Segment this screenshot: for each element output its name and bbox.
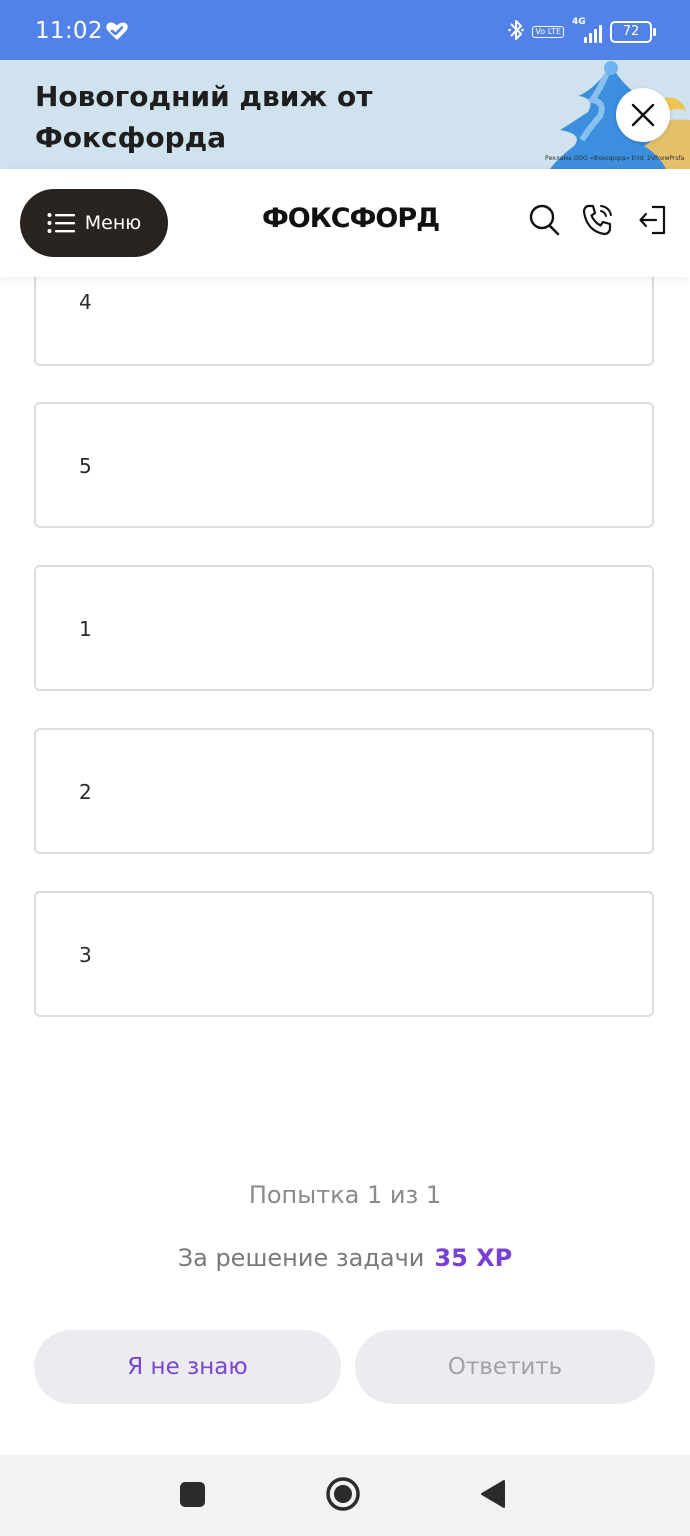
attempt-counter: Попытка 1 из 1 [248, 1181, 442, 1209]
reward-info: За решение задачи 35 XP [0, 1244, 690, 1272]
dont-know-button[interactable]: Я не знаю [34, 1330, 341, 1404]
answer-option[interactable]: 4 [34, 277, 654, 366]
status-indicators: Vo LTE 4G 72 [508, 17, 656, 46]
answer-option[interactable]: 3 [34, 891, 654, 1017]
answer-option[interactable]: 5 [34, 402, 654, 528]
option-label: 5 [79, 454, 92, 478]
recent-apps-icon[interactable] [179, 1481, 206, 1512]
battery-icon: 72 [610, 21, 656, 43]
promo-title: Новогодний движ от Фоксфорда [35, 80, 373, 154]
promo-banner[interactable]: Новогодний движ от Фоксфорда Реклама ООО… [0, 60, 690, 169]
menu-icon [47, 213, 75, 233]
promo-legal: Реклама ООО «Фоксфорд» Erid: 2VfnxwPrsfa [545, 155, 685, 162]
logo[interactable]: ФОКСФОРД [262, 203, 440, 234]
option-label: 2 [79, 780, 92, 804]
menu-label: Меню [84, 212, 142, 234]
answer-button[interactable]: Ответить [355, 1330, 655, 1404]
site-header: Меню ФОКСФОРД [0, 169, 690, 277]
close-icon [631, 103, 655, 127]
status-time: 11:02 [35, 18, 103, 44]
option-label: 4 [79, 290, 92, 314]
task-content: 4 5 1 2 3 Попытка 1 из 1 За решение зада… [0, 277, 690, 1455]
menu-button[interactable]: Меню [20, 189, 168, 257]
network-type: 4G [572, 17, 586, 27]
signal-icon: 4G [572, 17, 602, 43]
bluetooth-icon [508, 18, 525, 46]
phone-icon[interactable] [582, 203, 614, 241]
close-banner-button[interactable] [616, 88, 670, 142]
search-icon[interactable] [528, 203, 560, 241]
answer-option[interactable]: 2 [34, 728, 654, 854]
reward-xp: 35 XP [434, 1244, 513, 1272]
option-label: 3 [79, 943, 92, 967]
home-icon[interactable] [325, 1476, 361, 1516]
option-label: 1 [79, 617, 92, 641]
reward-label: За решение задачи [177, 1244, 425, 1272]
answer-option[interactable]: 1 [34, 565, 654, 691]
battery-level: 72 [622, 24, 640, 39]
back-icon[interactable] [480, 1479, 506, 1513]
status-bar: 11:02 Vo LTE 4G 72 [0, 0, 690, 60]
login-icon[interactable] [638, 203, 668, 241]
system-navigation-bar [0, 1455, 690, 1536]
volte-indicator: Vo LTE [532, 26, 564, 38]
heart-check-icon [105, 20, 129, 46]
